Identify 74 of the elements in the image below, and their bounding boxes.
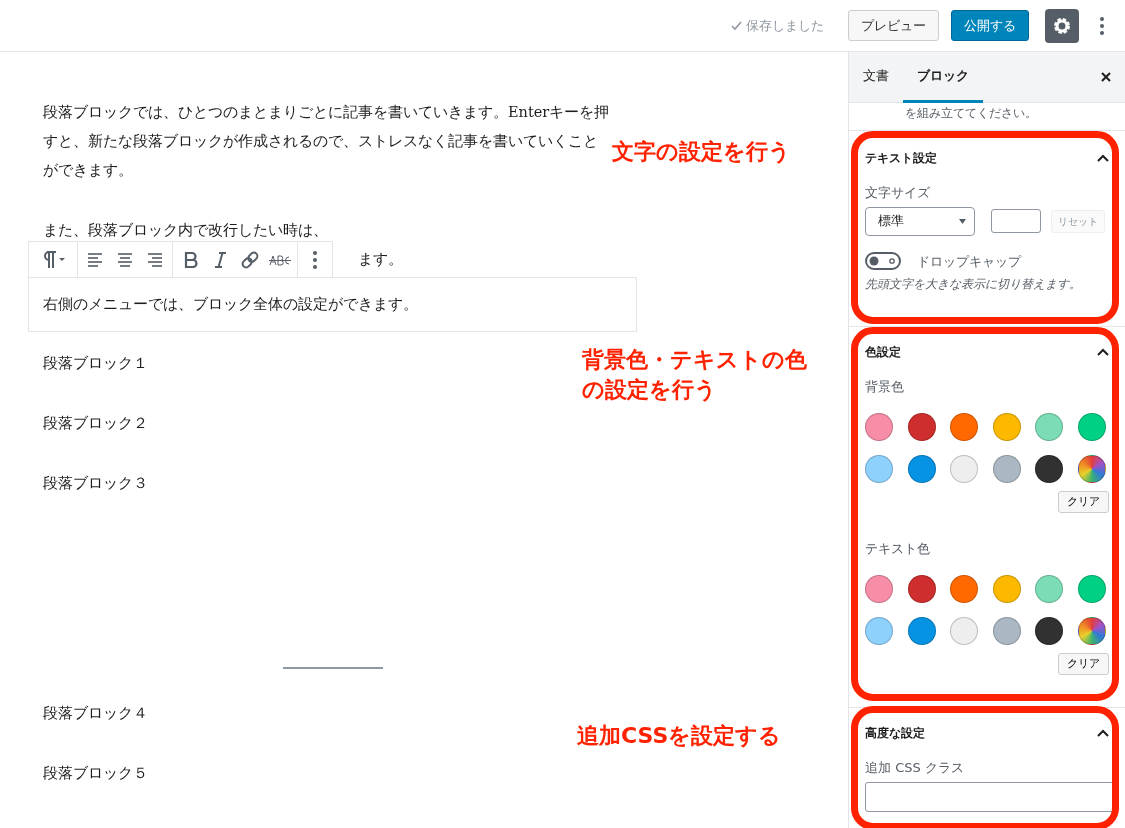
annotation-text: 追加CSSを設定する xyxy=(577,722,782,750)
toggle-switch[interactable] xyxy=(865,252,901,271)
css-class-input[interactable] xyxy=(865,781,1115,812)
settings-button[interactable] xyxy=(1045,8,1079,43)
color-swatch[interactable] xyxy=(1035,616,1064,645)
italic-icon xyxy=(212,250,228,269)
paragraph-text: ます。 xyxy=(358,251,403,267)
color-swatch[interactable] xyxy=(992,412,1021,441)
toggle-label: ドロップキャップ xyxy=(917,252,1021,271)
color-swatch[interactable] xyxy=(907,454,936,483)
check-icon xyxy=(730,20,742,31)
field-label: 背景色 xyxy=(865,378,905,396)
color-swatch[interactable] xyxy=(1035,454,1064,483)
sidebar-tab[interactable]: ブロック xyxy=(903,52,983,103)
color-swatch[interactable] xyxy=(950,412,979,441)
color-swatch[interactable] xyxy=(865,454,893,483)
panel-title[interactable]: 高度な設定 xyxy=(865,724,925,742)
settings-icon xyxy=(1052,15,1072,36)
link-icon xyxy=(240,249,260,270)
field-label: テキスト色 xyxy=(865,540,931,558)
align-center-icon xyxy=(116,250,134,269)
paragraph-text: 段落ブロックでは、ひとつのまとまりごとに記事を書いていきます。Enterキーを押すと、新たな段落ブロックが作成されるので、ストレスなく記事を書いていくことができます。 xyxy=(42,103,610,180)
paragraph-text: また、段落ブロック内で改行したい時は、 xyxy=(42,221,328,240)
more-icon xyxy=(1099,15,1105,36)
paragraph-text: 右側のメニューでは、ブロック全体の設定ができます。 xyxy=(43,296,418,312)
align-right-icon xyxy=(146,250,164,269)
color-swatch[interactable] xyxy=(1035,412,1064,441)
chevron-icon[interactable] xyxy=(1097,347,1109,357)
paragraph-text: 段落ブロック２ xyxy=(42,414,148,433)
align-left-icon xyxy=(86,250,104,269)
color-swatch[interactable] xyxy=(950,574,979,603)
selected-block[interactable]: 右側のメニューでは、ブロック全体の設定ができます。 xyxy=(28,277,637,332)
annotation-text: 文字の設定を行う xyxy=(612,138,791,166)
description-text: を組み立ててください。 xyxy=(905,105,1038,121)
color-swatch[interactable] xyxy=(950,616,979,645)
more-icon xyxy=(312,249,318,270)
field-label: 追加 CSS クラス xyxy=(865,759,965,777)
color-swatch[interactable] xyxy=(1035,574,1064,603)
color-swatch[interactable] xyxy=(1077,412,1106,441)
help-text: 先頭文字を大きな表示に切り替えます。 xyxy=(865,276,1082,293)
color-swatch[interactable] xyxy=(1077,616,1106,645)
color-swatch[interactable] xyxy=(1077,454,1106,483)
font-size-dropdown[interactable]: 標準 xyxy=(865,206,975,236)
chevron-icon[interactable] xyxy=(1097,728,1109,738)
annotation-text: 背景色・テキストの色の設定を行う xyxy=(582,346,807,404)
color-swatch[interactable] xyxy=(992,454,1021,483)
paragraph-text: 段落ブロック１ xyxy=(42,354,148,373)
color-swatch[interactable] xyxy=(907,412,936,441)
color-swatch[interactable] xyxy=(1077,574,1106,603)
color-swatch[interactable] xyxy=(865,412,893,441)
sidebar-tab[interactable]: 文書 xyxy=(849,52,903,103)
preview-button[interactable]: プレビュー xyxy=(848,9,939,42)
color-swatch[interactable] xyxy=(865,574,893,603)
font-size-input[interactable] xyxy=(991,209,1041,233)
panel-title[interactable]: テキスト設定 xyxy=(865,149,937,167)
color-swatch[interactable] xyxy=(907,574,936,603)
paragraph-text: 段落ブロック３ xyxy=(42,474,148,493)
chevron-icon[interactable] xyxy=(1097,153,1109,163)
bold-icon xyxy=(182,250,198,269)
paragraph-text: 段落ブロック４ xyxy=(42,704,148,723)
field-label: 文字サイズ xyxy=(865,184,931,202)
color-swatch[interactable] xyxy=(907,616,936,645)
paragraph-text: 段落ブロック５ xyxy=(42,764,148,783)
panel-title[interactable]: 色設定 xyxy=(865,343,901,361)
color-swatch[interactable] xyxy=(865,616,893,645)
close-icon xyxy=(1100,71,1112,83)
saved-status: 保存しました xyxy=(746,16,824,35)
publish-button[interactable]: 公開する xyxy=(951,9,1029,42)
clear-button[interactable]: クリア xyxy=(1058,652,1109,675)
color-swatch[interactable] xyxy=(992,574,1021,603)
clear-button[interactable]: クリア xyxy=(1058,490,1109,513)
caret-icon xyxy=(959,218,966,224)
color-swatch[interactable] xyxy=(950,454,979,483)
color-swatch[interactable] xyxy=(992,616,1021,645)
